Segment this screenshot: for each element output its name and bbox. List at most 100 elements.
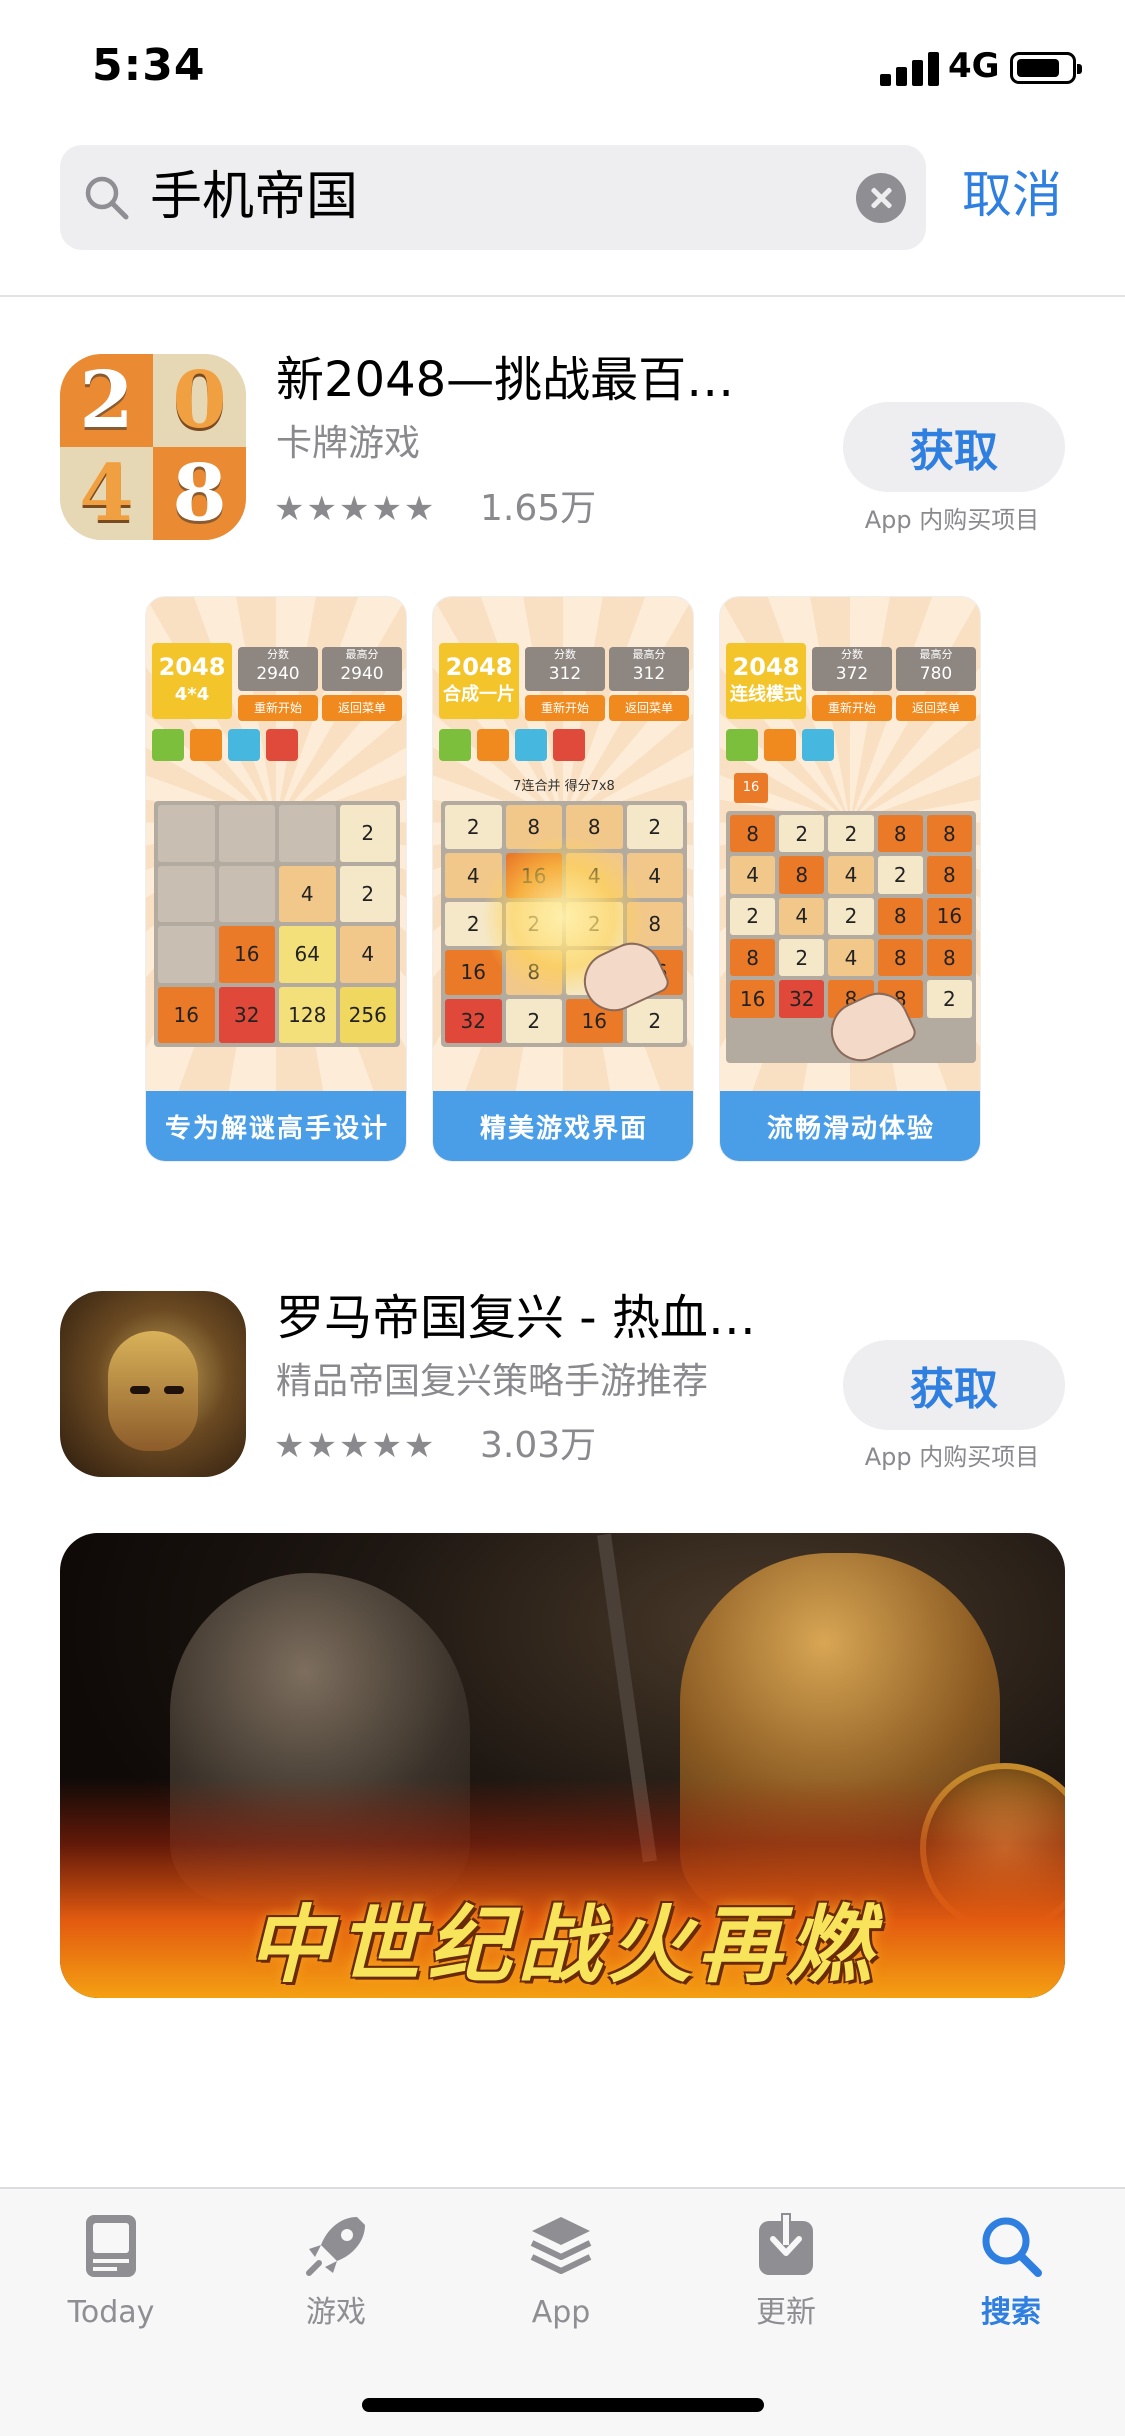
- warrior-eye: [164, 1386, 184, 1394]
- score-label: 分数: [554, 648, 576, 661]
- tool-icons: [152, 729, 298, 761]
- logo-text: 2048: [445, 653, 513, 681]
- board-tile: 2: [779, 938, 825, 977]
- score-label: 分数: [267, 648, 289, 661]
- promo-banner[interactable]: 中世纪战火再燃: [60, 1533, 1065, 1998]
- board-tile: [158, 865, 215, 922]
- board-tile: [279, 805, 336, 862]
- screenshot-2[interactable]: 2048 合成一片 分数 312 最高分 312 重新开始 返回菜单 7连合并 得分7…: [432, 596, 694, 1162]
- board-tile: 2: [828, 897, 874, 935]
- board-tile: [158, 926, 215, 983]
- board-tile: 256: [339, 986, 396, 1043]
- get-button[interactable]: 获取: [843, 402, 1065, 492]
- board-tile: 2: [339, 805, 396, 862]
- board-tile: 16: [218, 926, 275, 983]
- board-tile: [158, 805, 215, 862]
- best-label: 最高分: [632, 648, 666, 661]
- score-value: 2940: [256, 664, 300, 684]
- board-tile: 32: [445, 998, 502, 1043]
- divider: [0, 295, 1125, 297]
- menu-button: 返回菜单: [896, 695, 976, 721]
- board-tile: 4: [828, 856, 874, 894]
- download-icon: [751, 2211, 821, 2281]
- board-tile: 4: [779, 897, 825, 935]
- clear-search-button[interactable]: [856, 173, 906, 223]
- board-tile: 2: [626, 998, 683, 1043]
- tab-label: 游戏: [306, 2295, 366, 2330]
- board-tile: 4: [279, 865, 336, 922]
- promo-title: 中世纪战火再燃: [247, 1896, 878, 1994]
- logo-subtext: 连线模式: [730, 684, 802, 705]
- cancel-button[interactable]: 取消: [962, 165, 1062, 225]
- menu-button: 返回菜单: [322, 695, 402, 721]
- board-tile: 64: [279, 926, 336, 983]
- board-tile: 16: [730, 980, 776, 1018]
- app-subtitle: 卡牌游戏: [276, 423, 421, 464]
- board-tile: 8: [877, 815, 923, 853]
- board-tile: 2: [339, 865, 396, 922]
- board-tile: 4: [730, 856, 776, 894]
- icon-tile: 4: [60, 447, 153, 540]
- board-tile: 16: [158, 986, 215, 1043]
- board-tile: 128: [279, 986, 336, 1043]
- board-tile: 2: [626, 805, 683, 850]
- screenshot-caption: 精美游戏界面: [433, 1091, 693, 1161]
- tab-today[interactable]: Today: [21, 2211, 201, 2331]
- rating-count: 3.03万: [480, 1425, 597, 1466]
- restart-button: 重新开始: [812, 695, 892, 721]
- icon-tile: 2: [60, 354, 153, 447]
- board-tile: 16: [926, 897, 972, 935]
- board-tile: [218, 865, 275, 922]
- best-label: 最高分: [919, 648, 953, 661]
- logo-text: 2048: [158, 653, 226, 681]
- game-logo: 2048 合成一片: [439, 643, 519, 719]
- score-box: 分数 2940: [238, 647, 318, 691]
- icon-tile: 0: [153, 354, 246, 447]
- best-score-box: 最高分 780: [896, 647, 976, 691]
- board-tile: 8: [926, 856, 972, 894]
- tab-label: 搜索: [981, 2295, 1041, 2330]
- search-input[interactable]: 手机帝国: [150, 167, 358, 227]
- tool-icons: [439, 729, 585, 761]
- logo-subtext: 合成一片: [443, 684, 515, 705]
- search-field[interactable]: 手机帝国: [60, 145, 926, 250]
- score-label: 分数: [841, 648, 863, 661]
- board-tile: 2: [779, 815, 825, 853]
- board-tile: 2: [828, 815, 874, 853]
- layers-icon: [526, 2211, 596, 2281]
- signal-icon: [880, 50, 940, 86]
- board-tile: 8: [779, 856, 825, 894]
- battery-icon: [1010, 52, 1082, 84]
- app-icon-rome[interactable]: [60, 1291, 246, 1477]
- board-tile: 2: [926, 980, 972, 1018]
- rating-stars: ★★★★★: [274, 489, 437, 529]
- screenshot-caption: 流畅滑动体验: [720, 1091, 980, 1161]
- warrior-eye: [130, 1386, 150, 1394]
- app-title[interactable]: 新2048—挑战最百…: [276, 352, 734, 408]
- search-icon: [976, 2211, 1046, 2281]
- game-logo: 2048 4*4: [152, 643, 232, 719]
- tab-label: 更新: [756, 2295, 816, 2330]
- app-subtitle: 精品帝国复兴策略手游推荐: [276, 1361, 709, 1402]
- home-indicator[interactable]: [362, 2398, 764, 2412]
- network-type: 4G: [948, 46, 1000, 86]
- tab-apps[interactable]: App: [471, 2211, 651, 2331]
- screenshot-caption: 专为解谜高手设计: [146, 1091, 406, 1161]
- best-value: 312: [632, 664, 666, 684]
- app-title[interactable]: 罗马帝国复兴 - 热血…: [276, 1290, 756, 1346]
- restart-button: 重新开始: [238, 695, 318, 721]
- tab-label: Today: [67, 2295, 155, 2330]
- best-score-box: 最高分 312: [609, 647, 689, 691]
- board-tile: 2: [505, 998, 562, 1043]
- screenshot-3[interactable]: 2048 连线模式 分数 372 最高分 780 重新开始 返回菜单 16 8 2 2…: [719, 596, 981, 1162]
- get-button[interactable]: 获取: [843, 1340, 1065, 1430]
- screenshot-1[interactable]: 2048 4*4 分数 2940 最高分 2940 重新开始 返回菜单 2 4 2 1…: [145, 596, 407, 1162]
- tab-games[interactable]: 游戏: [246, 2211, 426, 2331]
- status-time: 5:34: [92, 40, 206, 91]
- game-logo: 2048 连线模式: [726, 643, 806, 719]
- today-icon: [76, 2211, 146, 2281]
- app-icon-2048[interactable]: 2 0 4 8: [60, 354, 246, 540]
- next-tile: 16: [734, 773, 768, 803]
- tab-updates[interactable]: 更新: [696, 2211, 876, 2331]
- tab-search[interactable]: 搜索: [921, 2211, 1101, 2331]
